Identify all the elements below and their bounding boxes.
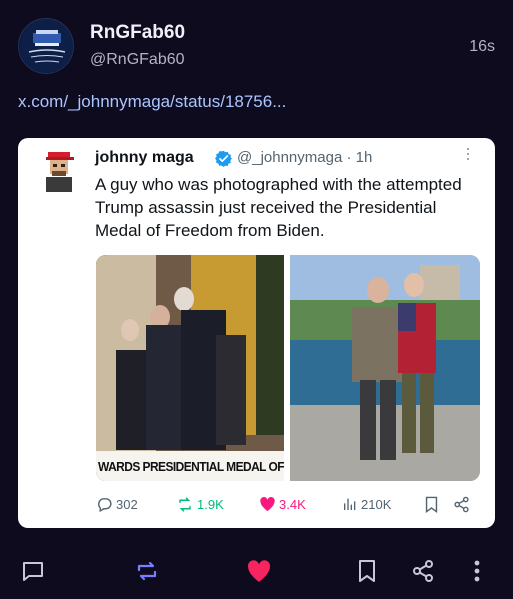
quoted-repost[interactable]: 1.9K bbox=[176, 496, 224, 513]
bookmark-button[interactable] bbox=[354, 558, 380, 584]
quoted-avatar[interactable] bbox=[40, 150, 80, 194]
view-count: 210K bbox=[361, 496, 392, 512]
avatar-image bbox=[20, 20, 73, 73]
embedded-tweet-card[interactable]: johnny maga @_johnnymaga · 1h ··· A guy … bbox=[18, 138, 495, 528]
like-button[interactable] bbox=[246, 558, 272, 584]
reply-icon bbox=[23, 562, 43, 581]
quoted-share[interactable] bbox=[453, 496, 473, 513]
quoted-actions: 302 1.9K 3.4K 210K bbox=[96, 496, 476, 516]
quoted-views[interactable]: 210K bbox=[342, 496, 391, 512]
user-handle[interactable]: @RnGFab60 bbox=[90, 51, 185, 69]
quoted-handle-time: @_johnnymaga · 1h bbox=[237, 149, 373, 166]
avatar[interactable] bbox=[18, 18, 74, 74]
like-count: 3.4K bbox=[279, 496, 306, 512]
share-icon bbox=[413, 560, 433, 582]
outdoor-photo-icon bbox=[290, 255, 480, 481]
media-caption-bar: WARDS PRESIDENTIAL MEDAL OF F bbox=[96, 451, 284, 481]
quoted-bookmark[interactable] bbox=[424, 496, 442, 513]
repost-icon bbox=[137, 561, 157, 581]
views-icon bbox=[344, 498, 356, 510]
verified-badge-icon bbox=[215, 150, 232, 167]
ceremony-photo-icon bbox=[96, 255, 284, 481]
reply-count: 302 bbox=[116, 497, 138, 512]
reply-button[interactable] bbox=[20, 558, 46, 584]
more-options-icon[interactable]: ··· bbox=[458, 146, 479, 161]
media-image-left[interactable]: WARDS PRESIDENTIAL MEDAL OF F bbox=[96, 255, 284, 481]
repost-count: 1.9K bbox=[197, 497, 224, 512]
post-action-bar bbox=[0, 548, 513, 592]
repost-icon bbox=[179, 497, 191, 512]
reply-icon bbox=[98, 498, 112, 513]
more-icon bbox=[474, 560, 480, 582]
heart-icon bbox=[260, 496, 275, 512]
timestamp: 16s bbox=[469, 38, 495, 55]
media-caption: WARDS PRESIDENTIAL MEDAL OF F bbox=[98, 458, 284, 474]
like-icon bbox=[248, 560, 271, 582]
bookmark-icon bbox=[359, 560, 375, 582]
quoted-text: A guy who was photographed with the atte… bbox=[95, 175, 462, 240]
share-button[interactable] bbox=[410, 558, 436, 584]
quoted-like[interactable]: 3.4K bbox=[259, 496, 306, 512]
repost-button[interactable] bbox=[134, 558, 160, 584]
more-button[interactable] bbox=[464, 558, 490, 584]
post: RnGFab60 @RnGFab60 16s x.com/_johnnymaga… bbox=[0, 0, 513, 599]
bookmark-icon bbox=[425, 496, 438, 513]
post-link[interactable]: x.com/_johnnymaga/status/18756... bbox=[18, 92, 286, 112]
pixel-avatar-icon bbox=[46, 152, 74, 192]
quoted-reply[interactable]: 302 bbox=[96, 496, 138, 513]
quoted-author-name[interactable]: johnny maga bbox=[95, 149, 194, 167]
media-image-right[interactable] bbox=[290, 255, 480, 481]
display-name[interactable]: RnGFab60 bbox=[90, 22, 185, 44]
share-icon bbox=[454, 496, 469, 513]
